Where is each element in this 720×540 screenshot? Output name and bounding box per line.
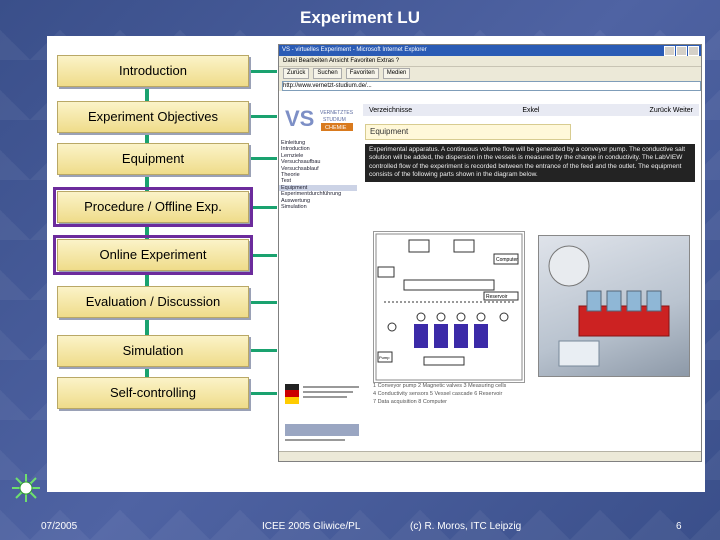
connector-introduction <box>247 70 277 73</box>
footer-page-number: 6 <box>676 521 682 532</box>
flow-step-simulation[interactable]: Simulation <box>57 335 249 367</box>
section-title: Equipment <box>365 124 571 140</box>
connector-selfcontrol <box>247 392 277 395</box>
vs-chemie-logo: VS VERNETZTES STUDIUM CHEMIE <box>285 106 361 131</box>
diagram-label-computer: Computer <box>496 257 518 263</box>
page-header-bar: Verzeichnisse Exkel Zurück Weiter <box>363 104 699 116</box>
equipment-legend: 1 Conveyor pump 2 Magnetic valves 3 Meas… <box>373 382 693 406</box>
browser-menu-bar[interactable]: Datei Bearbeiten Ansicht Favoriten Extra… <box>279 56 701 66</box>
address-bar: http://www.vernetzt-studium.de/... <box>279 80 701 91</box>
favorites-button[interactable]: Favoriten <box>345 68 379 79</box>
connector-equipment <box>247 157 277 160</box>
browser-status-bar <box>279 451 701 461</box>
footer-date: 07/2005 <box>41 521 78 532</box>
connector-procedure <box>247 206 277 209</box>
diagram-label-pump: Pump <box>379 355 390 360</box>
legend-line: 4 Conductivity sensors 5 Vessel cascade … <box>373 391 503 397</box>
maximize-icon[interactable] <box>676 46 687 56</box>
slide-title: Experiment LU <box>300 8 420 27</box>
footer-conference: ICEE 2005 Gliwice/PL <box>262 521 361 532</box>
media-button[interactable]: Medien <box>382 68 411 79</box>
flow-step-equipment[interactable]: Equipment <box>57 143 249 175</box>
minimize-icon[interactable] <box>664 46 675 56</box>
sponsor-logos <box>285 384 363 456</box>
browser-title-bar: VS - virtuelles Experiment - Microsoft I… <box>279 45 701 56</box>
svg-text:VERNETZTES: VERNETZTES <box>320 110 354 116</box>
connector-objectives <box>247 115 277 118</box>
equipment-diagram: Computer Reservoir Pump <box>373 231 525 383</box>
search-button[interactable]: Suchen <box>313 68 342 79</box>
header-link-navigation[interactable]: Zurück Weiter <box>650 107 693 114</box>
svg-text:CHEMIE: CHEMIE <box>325 125 347 131</box>
legend-line: 7 Data acquisition 8 Computer <box>373 399 447 405</box>
flow-step-objectives[interactable]: Experiment Objectives <box>57 101 249 133</box>
equipment-description: Experimental apparatus. A continuous vol… <box>365 144 695 182</box>
flow-step-self-controlling[interactable]: Self-controlling <box>57 377 249 409</box>
flow-step-evaluation[interactable]: Evaluation / Discussion <box>57 286 249 318</box>
connector-evaluation <box>247 301 277 304</box>
flow-step-introduction[interactable]: Introduction <box>57 55 249 87</box>
address-input[interactable]: http://www.vernetzt-studium.de/... <box>282 80 701 91</box>
browser-toolbar: Zurück Suchen Favoriten Medien <box>279 66 701 80</box>
sun-burst-icon <box>12 474 40 502</box>
close-icon[interactable] <box>688 46 699 56</box>
browser-window-title: VS - virtuelles Experiment - Microsoft I… <box>282 47 427 53</box>
flow-step-procedure[interactable]: Procedure / Offline Exp. <box>53 187 253 227</box>
web-page: VS VERNETZTES STUDIUM CHEMIE Verzeichnis… <box>279 102 701 461</box>
left-nav: Einleitung Introduction Lernziele Versuc… <box>279 140 357 210</box>
browser-screenshot: VS - virtuelles Experiment - Microsoft I… <box>278 44 702 462</box>
connector-simulation <box>247 349 277 352</box>
connector-online <box>247 254 277 257</box>
svg-text:VS: VS <box>285 106 314 131</box>
legend-line: 1 Conveyor pump 2 Magnetic valves 3 Meas… <box>373 383 507 389</box>
footer-author: (c) R. Moros, ITC Leipzig <box>410 521 522 532</box>
back-button[interactable]: Zurück <box>283 68 310 79</box>
header-link-exkel[interactable]: Exkel <box>522 107 539 114</box>
nav-item[interactable]: Simulation <box>279 204 357 210</box>
flow-step-online-experiment[interactable]: Online Experiment <box>53 235 253 275</box>
svg-text:STUDIUM: STUDIUM <box>323 117 346 123</box>
equipment-photo <box>538 235 690 377</box>
header-link-directories[interactable]: Verzeichnisse <box>369 107 412 114</box>
diagram-label-reservoir: Reservoir <box>486 294 508 300</box>
